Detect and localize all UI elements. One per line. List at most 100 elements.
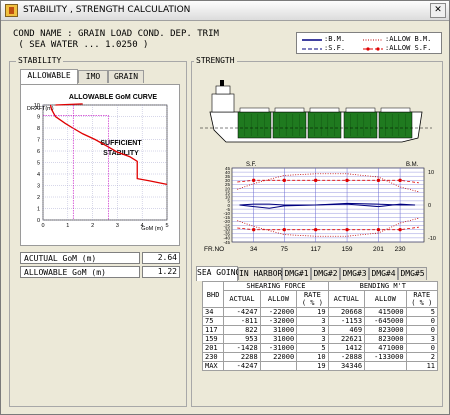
ship-funnel [220,80,224,86]
cargo-hold [343,111,378,139]
header-bm-actual: ACTUAL [327,290,366,308]
gom-x-tick-label: 2 [91,223,94,229]
table-cell: 822 [223,325,261,335]
app-icon [5,4,18,17]
table-cell: 415000 [364,307,407,317]
table-cell-bhd: MAX [201,361,225,371]
tab-dmg5[interactable]: DMG#5 [398,267,427,280]
gom-x-tick-label: 5 [165,223,168,229]
ship-profile [200,80,432,143]
header-sf-actual: ACTUAL [223,290,261,308]
table-cell: 31000 [259,325,298,335]
table-row: 34 -4247 -22000 19 20668 415000 5 [201,307,439,317]
acutual-gom-value: 2.64 [142,252,180,264]
gom-y-tick-label: 2 [37,195,40,201]
allow-sf-point [313,178,318,183]
table-cell: 34346 [327,361,366,371]
table-cell: -31000 [259,343,298,353]
table-cell: 469 [327,325,366,335]
table-cell: 31000 [259,334,298,344]
table-cell: 823000 [364,334,407,344]
table-cell: -811 [223,316,261,326]
table-cell-bhd: 34 [201,307,225,317]
gom-y-tick-label: 5 [37,161,40,167]
table-cell: -2888 [327,352,366,362]
allow-sf-point [398,227,402,232]
header-bm-allow: ALLOW [364,290,407,308]
bm-tick-label: 0 [428,203,431,209]
table-cell: 10 [296,352,329,362]
table-row: MAX -4247 19 34346 11 [201,361,439,371]
bm-tick-label: -10 [428,236,436,242]
table-cell: 22621 [327,334,366,344]
table-cell: 19 [296,307,329,317]
gom-y-tick-label: 8 [37,126,40,132]
acutual-gom-label: ACUTUAL GoM (m) [20,252,140,264]
ship-bridge [215,85,231,95]
frame-tick-label: 34 [250,246,258,253]
table-cell-bhd: 117 [201,325,225,335]
table-cell: -4247 [223,361,261,371]
sf-tick-label: -45 [223,240,230,245]
table-cell: 1412 [327,343,366,353]
gom-chart-title: ALLOWABLE GoM CURVE [69,94,157,101]
gom-x-tick-label: 4 [141,223,144,229]
strength-tabs: SEA GOING IN HARBOR DMG#1 DMG#2 DMG#3 DM… [196,266,442,281]
table-cell: 3 [405,334,439,344]
tab-dmg4[interactable]: DMG#4 [369,267,398,280]
legend-allow-bm: :ALLOW B.M. [385,35,432,43]
window-title: STABILITY , STRENGTH CALCULATION [23,5,191,15]
gom-x-tick-label: 0 [41,223,44,229]
tab-sea-going[interactable]: SEA GOING [196,266,240,281]
header-bm-rate: RATE( % ) [405,290,439,308]
table-cell: 471000 [364,343,407,353]
table-row: 75 -811 -32000 3 -1153 -645000 0 [201,316,439,326]
gom-y-tick-label: 6 [37,149,40,155]
table-cell: 953 [223,334,261,344]
table-cell: 3 [296,325,329,335]
gom-y-tick-label: 9 [37,115,40,121]
table-cell: -4247 [223,307,261,317]
cargo-hold [378,111,413,139]
frame-tick-label: 230 [395,246,406,253]
stability-group-label: STABILITY [16,56,64,65]
table-cell-bhd: 230 [201,352,225,362]
hatch-cover [239,107,270,113]
allow-sf-point [398,178,402,183]
hatch-cover [309,107,340,113]
frno-label: FR.NO [204,246,224,253]
table-cell: 5 [296,343,329,353]
table-row: 159 953 31000 3 22621 823000 3 [201,334,439,344]
gom-y-tick-label: 0 [37,218,40,224]
tab-dmg1[interactable]: DMG#1 [282,267,311,280]
tab-dmg2[interactable]: DMG#2 [311,267,340,280]
table-row: 201 -1428 -31000 5 1412 471000 0 [201,343,439,353]
frame-tick-label: 159 [342,246,353,253]
frame-tick-label: 201 [373,246,384,253]
bm-tick-label: 10 [428,170,434,176]
gom-chart: ALLOWABLE GoM CURVE DRAFT(m) GoM (m) SUF… [27,94,169,232]
cargo-hold [307,111,342,139]
header-bending-moment: BENDING M'T [327,281,439,291]
table-cell: 0 [405,343,439,353]
header-bhd: BHD [201,281,225,308]
table-cell: 0 [405,325,439,335]
condition-info: COND NAME : GRAIN LOAD COND. DEP. TRIM (… [13,29,219,51]
allowable-gom-label: ALLOWABLE GoM (m) [20,266,140,278]
gom-x-axis-label: GoM (m) [141,226,163,232]
tab-allowable[interactable]: ALLOWABLE [20,69,78,84]
allow-sf-point [282,227,286,232]
stability-group: STABILITY ALLOWABLE IMO GRAIN ALLOWABLE … [9,56,187,407]
table-cell-bhd: 75 [201,316,225,326]
sf-axis-label: S.F. [246,162,257,168]
close-button[interactable]: ✕ [430,3,446,18]
tab-dmg3[interactable]: DMG#3 [340,267,369,280]
table-cell: -645000 [364,316,407,326]
tab-grain[interactable]: GRAIN [108,70,144,83]
allow-sf-point [345,227,349,232]
tab-imo[interactable]: IMO [78,70,108,83]
tab-in-harbor[interactable]: IN HARBOR [238,267,282,280]
table-cell-bhd: 159 [201,334,225,344]
table-cell: -133000 [364,352,407,362]
allow-sf-point [313,227,318,232]
